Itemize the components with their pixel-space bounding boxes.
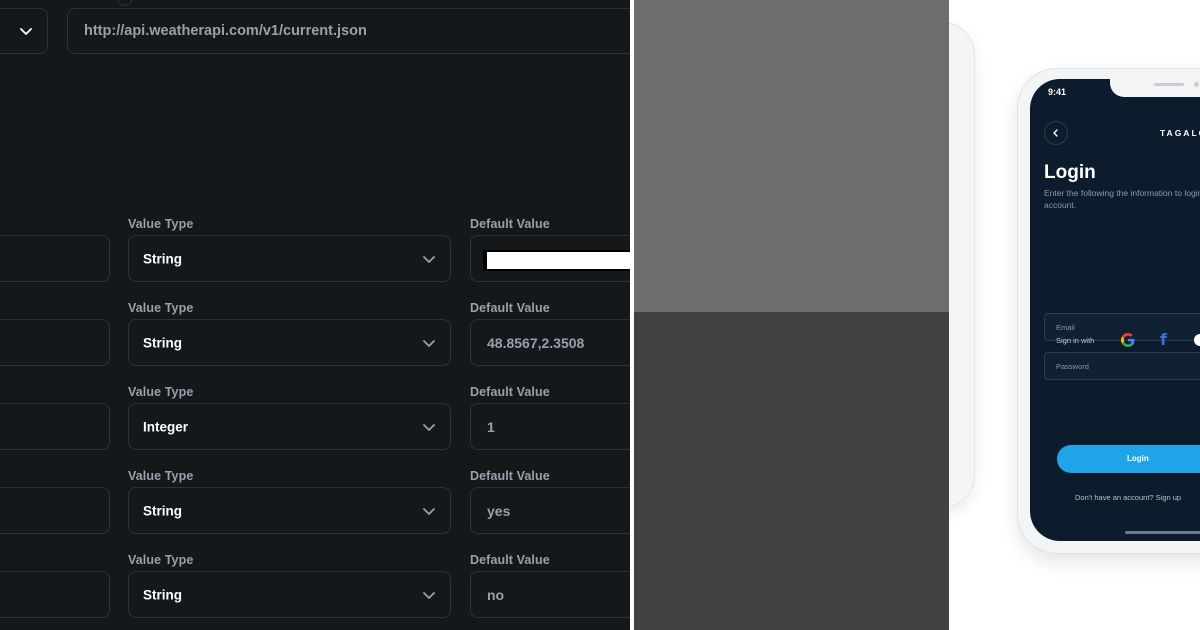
login-screen: 9:41 TAGALOG Login Enter the following t… [1030, 79, 1200, 541]
default-value-field[interactable]: 48.8567,2.3508 [470, 319, 630, 366]
default-value-field[interactable]: no [470, 571, 630, 618]
api-url-field-top-edge [118, 0, 132, 6]
password-field[interactable]: Password [1044, 352, 1200, 380]
brand-logo: TAGALOG [1160, 128, 1200, 138]
value-type-selected: String [143, 587, 182, 602]
default-value-label: Default Value [470, 217, 550, 231]
api-editor-panel: http://api.weatherapi.com/v1/current.jso… [0, 0, 630, 630]
default-value-field[interactable]: yes [470, 487, 630, 534]
default-value-text: no [487, 586, 505, 603]
value-type-dropdown[interactable]: String [128, 487, 451, 534]
default-value-field[interactable]: 1 [470, 403, 630, 450]
chevron-down-icon [20, 28, 32, 35]
value-type-selected: String [143, 251, 182, 266]
password-placeholder: Password [1056, 362, 1089, 371]
back-arrow-icon [1053, 129, 1058, 137]
login-subtitle: Enter the following the information to l… [1044, 188, 1200, 210]
default-value-label: Default Value [470, 385, 550, 399]
api-url-field[interactable]: http://api.weatherapi.com/v1/current.jso… [67, 8, 630, 54]
signup-prompt[interactable]: Don't have an account? Sign up [1075, 493, 1181, 502]
variable-name-field[interactable] [0, 235, 110, 282]
google-icon[interactable] [1120, 332, 1136, 348]
phone-mockup-panel: 9:41 TAGALOG Login Enter the following t… [949, 0, 1200, 630]
variable-name-field[interactable] [0, 487, 110, 534]
variable-name-field[interactable] [0, 319, 110, 366]
chevron-down-icon [423, 591, 435, 599]
home-indicator [1125, 531, 1200, 534]
phone-frame: 9:41 TAGALOG Login Enter the following t… [1017, 68, 1200, 554]
gray-panel-top [634, 0, 949, 312]
status-time: 9:41 [1048, 87, 1067, 97]
value-type-dropdown[interactable]: Integer [128, 403, 451, 450]
chevron-down-icon [423, 339, 435, 347]
value-type-dropdown[interactable]: String [128, 571, 451, 618]
login-title: Login [1044, 162, 1096, 183]
login-button-label: Login [1127, 454, 1149, 463]
value-type-label: Value Type [128, 553, 194, 567]
apple-icon[interactable] [1194, 334, 1200, 346]
value-type-label: Value Type [128, 217, 194, 231]
chevron-down-icon [423, 423, 435, 431]
value-type-selected: Integer [143, 419, 189, 434]
default-value-label: Default Value [470, 301, 550, 315]
method-dropdown[interactable] [0, 8, 48, 54]
value-type-label: Value Type [128, 469, 194, 483]
gray-panel-bottom [634, 312, 949, 630]
default-value-text: 48.8567,2.3508 [487, 334, 585, 351]
default-value-text: yes [487, 502, 511, 519]
facebook-icon[interactable]: f [1160, 330, 1167, 349]
phone-notch [1110, 79, 1200, 97]
default-value-field[interactable] [470, 235, 630, 282]
camera-dot [1194, 82, 1199, 87]
gray-panel [634, 0, 949, 630]
value-type-label: Value Type [128, 385, 194, 399]
variable-name-field[interactable] [0, 571, 110, 618]
default-value-text: 1 [487, 418, 495, 435]
value-type-selected: String [143, 503, 182, 518]
email-placeholder: Email [1056, 323, 1075, 332]
sign-in-with-label: Sign in with [1056, 336, 1095, 345]
default-value-label: Default Value [470, 553, 550, 567]
value-type-dropdown[interactable]: String [128, 235, 451, 282]
chevron-down-icon [423, 507, 435, 515]
redaction-bar [483, 250, 630, 271]
api-url-text: http://api.weatherapi.com/v1/current.jso… [84, 23, 367, 39]
value-type-selected: String [143, 335, 182, 350]
login-button[interactable]: Login [1057, 445, 1200, 473]
chevron-down-icon [423, 255, 435, 263]
value-type-dropdown[interactable]: String [128, 319, 451, 366]
speaker-grille [1154, 83, 1184, 86]
variable-name-field[interactable] [0, 403, 110, 450]
value-type-label: Value Type [128, 301, 194, 315]
background-phone [949, 22, 975, 508]
back-button[interactable] [1044, 121, 1068, 145]
default-value-label: Default Value [470, 469, 550, 483]
